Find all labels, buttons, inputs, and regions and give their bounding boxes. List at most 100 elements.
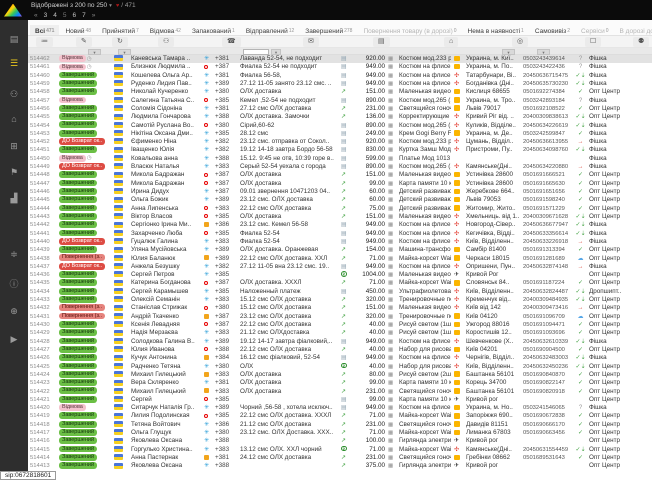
table-row[interactable]: 514429ЗавершенийНадія Мерзаєва✳+38321.12… <box>28 329 652 337</box>
table-row[interactable]: 514423ЗавершенийВера Скляренко✳+381ОЛХ д… <box>28 379 652 387</box>
table-row[interactable]: 514428ЗавершенийСолодкова Галина В..✳+38… <box>28 338 652 346</box>
tab-status-5[interactable]: Відправлений12 <box>241 25 299 36</box>
table-row[interactable]: 514449ДО Возврат ок..Власюк Наталья✳+383… <box>28 163 652 171</box>
table-row[interactable]: 514452ДО Возврат ок..Єфименко Ніна✳+3822… <box>28 138 652 146</box>
tab-status-10[interactable]: Сервіси0 <box>576 25 613 36</box>
table-row[interactable]: 514459ЗавершенийРуденко Лидия Пав..✳+389… <box>28 80 652 88</box>
phone-filter-input[interactable] <box>243 49 269 55</box>
table-row[interactable]: 514439ЗавершенийУляна Мусійовська✳+389ОЛ… <box>28 246 652 254</box>
tab-status-3[interactable]: Відмова42 <box>145 25 186 36</box>
table-row[interactable]: 514419ЗавершенийЛилия Подолинская+38522.… <box>28 412 652 420</box>
page-number-3[interactable]: 3 <box>44 12 48 19</box>
product-col-icon[interactable]: ⌂ <box>444 37 458 47</box>
globe-icon[interactable]: ⊕ <box>0 305 28 317</box>
comment-col-icon[interactable]: ✉ <box>303 37 319 47</box>
table-row[interactable]: 514443ЗавершенийВіктор Власов+385ОЛХ дос… <box>28 213 652 221</box>
tab-status-8[interactable]: Нема в наявності1 <box>463 25 529 36</box>
table-row[interactable]: 514444ЗавершенийАнна Липенська+38322.12 … <box>28 205 652 213</box>
customers-icon[interactable]: ⚇ <box>0 88 28 100</box>
table-row[interactable]: 514457ВідмоваСалегина Татьяна С..+385Кем… <box>28 97 652 105</box>
table-row[interactable]: 514430ЗавершенийКсенія Левадняя+38722.12… <box>28 321 652 329</box>
table-row[interactable]: 514431Повернення (з..Андрій Ткаченко+387… <box>28 313 652 321</box>
manager-col-icon[interactable]: ⚉ <box>633 37 649 47</box>
table-row[interactable]: 514450Відмова◷Ковальова анна✳+38815.12. … <box>28 155 652 163</box>
table-row[interactable]: 514437ДО Возврат ок..Анжела Безушку✳+382… <box>28 263 652 271</box>
tab-status-1[interactable]: Новий48 <box>60 25 96 36</box>
location-filter[interactable]: ▾ <box>537 49 550 55</box>
refresh-icon[interactable]: ↻ <box>112 37 128 47</box>
table-row[interactable]: 514414ЗавершенийАнна Пастернак+38124.12 … <box>28 454 652 462</box>
table-row[interactable]: 514438Повернення (з..Юлия Баланюк+38922.… <box>28 255 652 263</box>
customers-col-icon[interactable]: ⚇ <box>158 37 174 47</box>
phone-col-icon[interactable]: ☎ <box>222 37 241 47</box>
dashboard-icon[interactable]: ▤ <box>0 33 28 45</box>
table-row[interactable]: 514432Повернення (з..Станіслав Стрижак+3… <box>28 304 652 312</box>
carrier-cell <box>454 404 463 412</box>
first-page-button[interactable]: « <box>34 12 38 19</box>
tracking-col-icon[interactable]: ☐ <box>585 37 601 47</box>
tab-all[interactable]: Всі471 <box>30 25 59 36</box>
table-row[interactable]: 514461Відмова◷Близнюк Людмила ..+387Фиал… <box>28 63 652 71</box>
table-row[interactable]: 514422ЗавершенийМихаил Гилецький+383ОЛХ … <box>28 388 652 396</box>
edit-icon[interactable]: ✎ <box>76 37 92 47</box>
table-row[interactable]: 514420ВідмоваСитарчук Наталія Гр..✳+389Ч… <box>28 404 652 412</box>
last-page-button[interactable]: » <box>92 12 96 19</box>
channel-filter[interactable]: ▾ <box>118 49 131 55</box>
table-row[interactable]: 514440ДО Возврат ок..Гуцалюк Галина✳+383… <box>28 238 652 246</box>
table-row[interactable]: 514436ЗавершенийСергей Петров✳+385₴1004.… <box>28 271 652 279</box>
table-row[interactable]: 514424ЗавершенийМихаил Гилецький+383ОЛХ … <box>28 371 652 379</box>
table-row[interactable]: 514445ЗавершенийОльга Божик✳+38923.12 см… <box>28 196 652 204</box>
table-row[interactable]: 514451ЗавершенийІващенко Юлія✳+38219.12 … <box>28 146 652 154</box>
table-row[interactable]: 514454ЗавершенийСамотій Руслана Во..+380… <box>28 122 652 130</box>
page-number-7[interactable]: 7 <box>82 12 86 19</box>
tab-status-9[interactable]: Самовивіз2 <box>530 25 575 36</box>
page-number-5[interactable]: 5 <box>63 12 67 19</box>
settings-sliders-icon[interactable]: ≑ <box>0 248 28 260</box>
table-row[interactable]: 514453ЗавершенийНікітіна Оксана Дми..✳+3… <box>28 130 652 138</box>
product-filter[interactable]: ▾ <box>502 49 515 55</box>
table-row[interactable]: 514447ЗавершенийМикола Бадражан+387ОЛХ д… <box>28 180 652 188</box>
orders-icon[interactable]: ☰ <box>0 57 28 69</box>
table-row[interactable]: 514462Відмова◷Каневська Тамара ..✳+381Ла… <box>28 55 652 63</box>
table-row[interactable]: 514441ЗавершенийЗахарченко Люба+385Фиалк… <box>28 230 652 238</box>
table-row[interactable]: 514413ЗавершенийЯковлева Оксана✳+388↗375… <box>28 462 652 470</box>
cart-icon[interactable]: ⊞ <box>0 140 28 152</box>
table-row[interactable]: 514446ЗавершенийИрина Дидух✳+38709.01 зв… <box>28 188 652 196</box>
table-row[interactable]: 514442ЗавершенийСергіонко Ірина Ми..+386… <box>28 221 652 229</box>
table-row[interactable]: 514456ЗавершенийСоломія Сідоніна✳+38127.… <box>28 105 652 113</box>
tab-status-6[interactable]: Завершений278 <box>300 25 357 36</box>
table-row[interactable]: 514458ЗавершенийНиколай Кучеренко✳+380ОЛ… <box>28 88 652 96</box>
campaigns-icon[interactable]: ⚑ <box>0 166 28 178</box>
app-logo-icon[interactable] <box>4 4 22 17</box>
table-row[interactable]: 514433ЗавершенийОлексій Семанін✳+38315.1… <box>28 296 652 304</box>
table-row[interactable]: 514460ЗавершенийКошелева Ольга Ар..✳+381… <box>28 72 652 80</box>
phone-filter-dd[interactable]: ▾ <box>271 49 281 55</box>
info-icon[interactable]: ⓘ <box>0 278 28 290</box>
table-row[interactable]: 514455ЗавершенийЛюдмила Гончарова✳+388ОЛ… <box>28 113 652 121</box>
location-col-icon[interactable]: ◎ <box>512 37 528 47</box>
tab-status-7[interactable]: Повернення товару (в дорозі)0 <box>358 25 461 36</box>
table-row[interactable]: 514434ЗавершенийСергей Карамышев✳+385Нал… <box>28 288 652 296</box>
tab-status-11[interactable]: В дорозі додому0 <box>615 25 652 36</box>
payment-col-icon[interactable]: ▤ <box>373 37 390 47</box>
table-row[interactable]: 514417ЗавершенийОльга Глущук✳+38023.12 с… <box>28 429 652 437</box>
table-row[interactable]: 514448ЗавершенийМикола Бадражан+387ОЛХ д… <box>28 171 652 179</box>
table-row[interactable]: 514418ЗавершенийТетяна Войтович✳+38621.1… <box>28 421 652 429</box>
tab-status-2[interactable]: Прийнятий7 <box>97 25 144 36</box>
table-row[interactable]: 514425ЗавершенийРадченко Тетяна✳+380ОЛХ₴… <box>28 363 652 371</box>
table-row[interactable]: 514427ЗавершенийЮлия Иванова+38822.12 см… <box>28 346 652 354</box>
table-row[interactable]: 514415ЗавершенийГоргулько Христина..✳+38… <box>28 446 652 454</box>
status-sort-icon[interactable]: ≔ <box>36 37 53 47</box>
video-icon[interactable]: ▶ <box>0 333 28 345</box>
tab-status-4[interactable]: Запакований1 <box>187 25 240 36</box>
table-row[interactable]: 514421ЗавершенийСергей+385▤99.00▦Карта п… <box>28 396 652 404</box>
table-row[interactable]: 514435ЗавершенийКатерина Богданова+387ОЛ… <box>28 279 652 287</box>
table-row[interactable]: 514426ЗавершенийКучук Антонина+38416.12 … <box>28 354 652 362</box>
table-row[interactable]: 514416ЗавершенийЯковлева Оксана✳+388↗100… <box>28 437 652 445</box>
channel-cell <box>114 437 128 445</box>
page-number-4[interactable]: 4 <box>53 12 57 19</box>
chevron-down-icon[interactable]: ▾ <box>109 3 112 9</box>
warehouse-icon[interactable]: ⌂ <box>0 113 28 125</box>
page-number-6[interactable]: 6 <box>73 12 77 19</box>
reports-icon[interactable]: ▟ <box>0 192 28 204</box>
